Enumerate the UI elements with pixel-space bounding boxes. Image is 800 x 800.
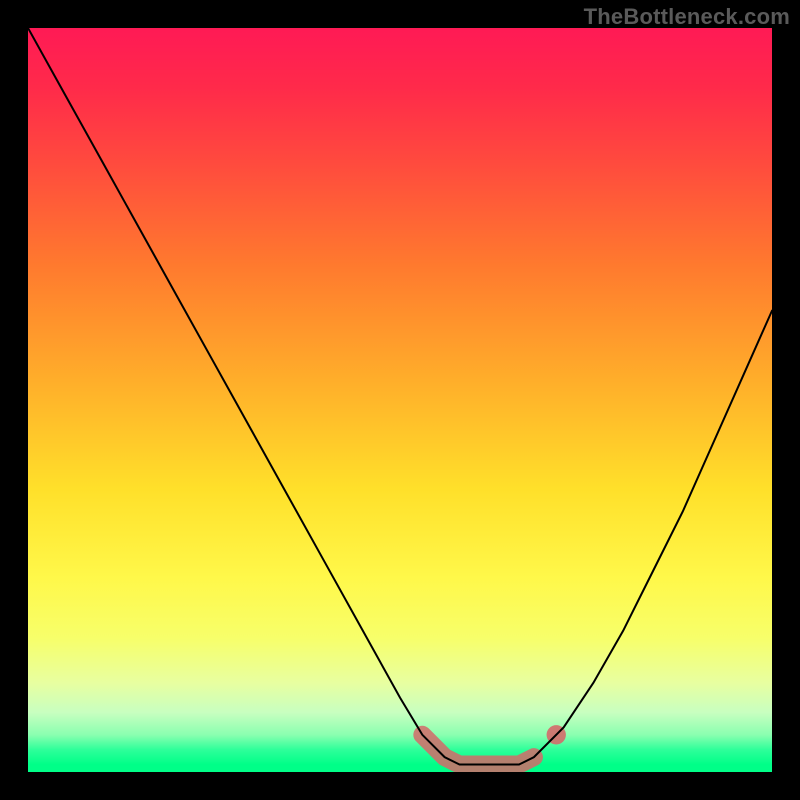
curve-layer [28, 28, 772, 772]
plot-area [28, 28, 772, 772]
optimal-zone-highlight [422, 735, 534, 765]
watermark-text: TheBottleneck.com [584, 4, 790, 30]
chart-frame: TheBottleneck.com [0, 0, 800, 800]
bottleneck-curve [28, 28, 772, 765]
